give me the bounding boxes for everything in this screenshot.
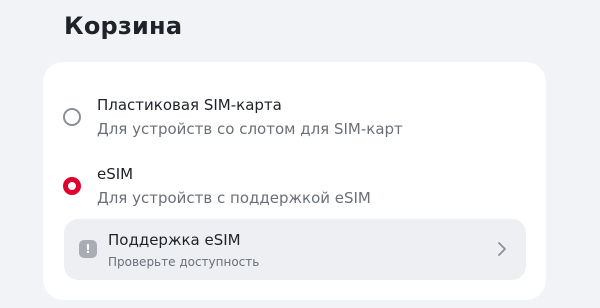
esim-support-link[interactable]: ! Поддержка eSIM Проверьте доступность	[64, 219, 526, 280]
radio-esim[interactable]	[63, 177, 81, 195]
option-subtitle: Для устройств с поддержкой eSIM	[97, 189, 371, 207]
option-title: Пластиковая SIM-карта	[97, 96, 282, 114]
support-title: Поддержка eSIM	[108, 231, 241, 249]
option-plastic-sim[interactable]: Пластиковая SIM-карта Для устройств со с…	[63, 94, 523, 144]
option-title: eSIM	[97, 165, 134, 183]
chevron-right-icon	[498, 242, 506, 256]
page-title: Корзина	[64, 12, 183, 40]
radio-plastic-sim[interactable]	[63, 108, 81, 126]
option-esim[interactable]: eSIM Для устройств с поддержкой eSIM	[63, 163, 523, 213]
option-subtitle: Для устройств со слотом для SIM-карт	[97, 120, 403, 138]
exclamation-icon: !	[79, 240, 97, 258]
support-subtitle: Проверьте доступность	[108, 255, 260, 269]
sim-type-card: Пластиковая SIM-карта Для устройств со с…	[43, 62, 546, 300]
